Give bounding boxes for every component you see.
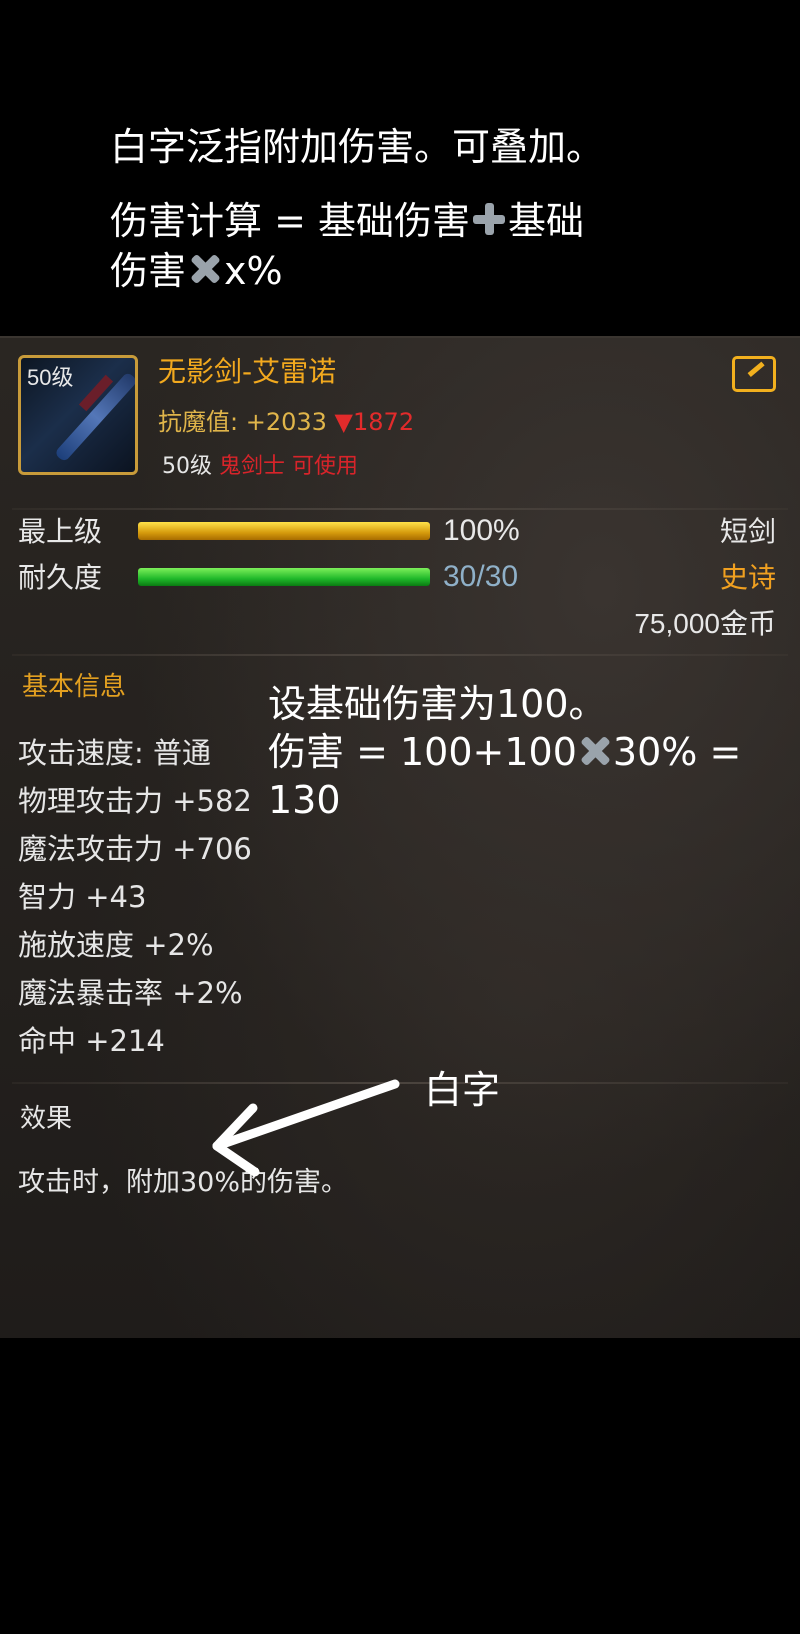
divider: [12, 654, 788, 656]
caption-line-2: 伤害计算 = 基础伤害 基础: [110, 198, 584, 244]
annotation-line-1: 设基础伤害为100。: [268, 682, 607, 726]
arrow-label: 白字: [424, 1068, 501, 1112]
annotation-line-2: 伤害 = 100+100 30% =: [268, 728, 741, 776]
req-class: 鬼剑士 可使用: [219, 454, 358, 479]
item-tooltip-panel: 50级 无影剑-艾雷诺 抗魔值: +2033 ▼1872 50级 鬼剑士 可使用…: [0, 336, 800, 1338]
caption-line-2a: 伤害计算 = 基础伤害: [110, 199, 470, 243]
attr-cast-speed: 施放速度 +2%: [18, 928, 214, 962]
req-level: 50级: [162, 454, 212, 479]
durability-label: 耐久度: [18, 561, 103, 594]
item-icon[interactable]: 50级: [18, 355, 138, 475]
attr-magic-crit: 魔法暴击率 +2%: [18, 976, 243, 1010]
divider: [12, 508, 788, 510]
basic-info-title: 基本信息: [22, 672, 127, 702]
arrow-icon: [212, 1079, 400, 1177]
rarity: 史诗: [719, 561, 776, 594]
caption-line-3a: 伤害: [110, 249, 187, 293]
price: 75,000金币: [634, 608, 776, 639]
attr-hit-rate: 命中 +214: [18, 1024, 165, 1058]
weapon-type: 短剑: [719, 515, 776, 548]
resist-label: 抗魔值:: [158, 408, 246, 436]
multiply-icon: [186, 250, 224, 288]
share-icon[interactable]: [732, 356, 776, 392]
effect-title: 效果: [20, 1104, 73, 1134]
durability-bar-fill: [138, 568, 430, 586]
plus-icon: [470, 200, 508, 238]
grade-bar-fill: [138, 522, 430, 540]
attr-intelligence: 智力 +43: [18, 880, 147, 914]
grade-bar: [138, 522, 430, 540]
magic-resist: 抗魔值: +2033 ▼1872: [158, 402, 414, 437]
item-icon-level: 50级: [27, 365, 74, 390]
caption-line-1: 白字泛指附加伤害。可叠加。: [110, 125, 605, 169]
caption-line-2b: 基础: [508, 199, 585, 243]
grade-value: 100%: [443, 514, 520, 547]
attr-physical-attack: 物理攻击力 +582: [18, 784, 252, 818]
resist-value: +2033: [245, 408, 327, 436]
annotation-line-2b: 30% =: [612, 730, 742, 774]
caption-line-3: 伤害 x%: [110, 248, 283, 294]
multiply-icon: [577, 733, 613, 769]
grade-label: 最上级: [18, 515, 103, 548]
durability-value: 30/30: [443, 560, 519, 593]
resist-down: ▼1872: [334, 408, 415, 436]
attr-magic-attack: 魔法攻击力 +706: [18, 832, 252, 866]
annotation-line-3: 130: [268, 778, 341, 822]
caption-line-3b: x%: [224, 249, 283, 293]
annotation-line-2a: 伤害 = 100+100: [268, 730, 577, 774]
requirement: 50级 鬼剑士 可使用: [162, 448, 358, 480]
item-name: 无影剑-艾雷诺: [158, 355, 337, 388]
durability-bar: [138, 568, 430, 586]
attr-attack-speed: 攻击速度: 普通: [18, 736, 211, 770]
